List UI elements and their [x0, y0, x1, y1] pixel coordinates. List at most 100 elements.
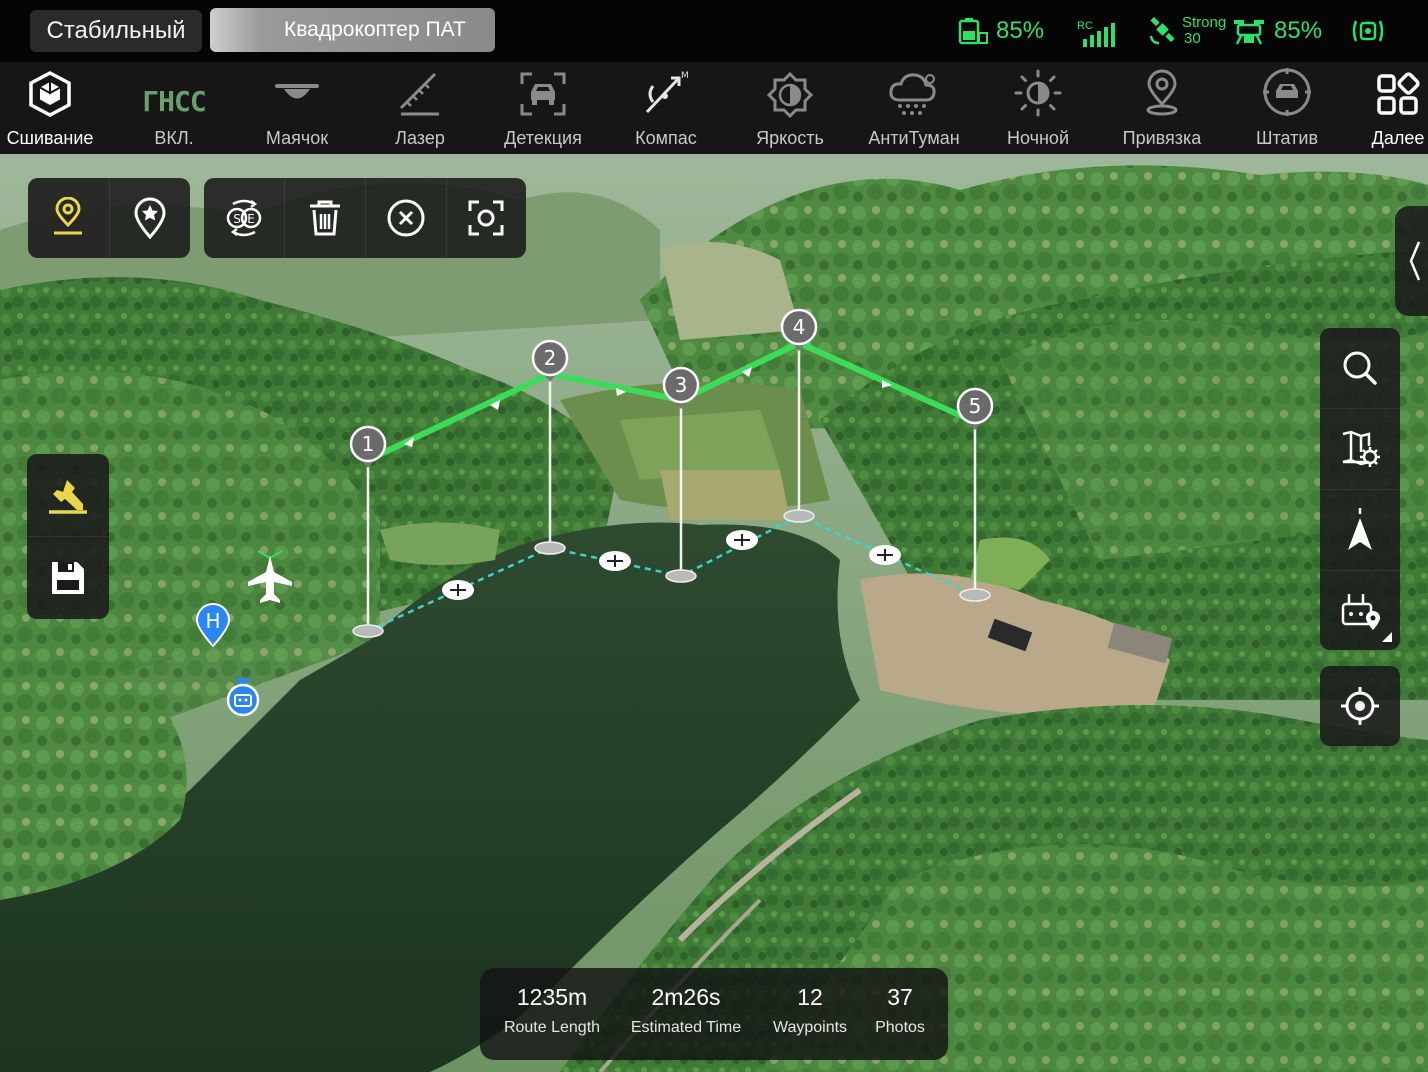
aircraft-battery-status: 85%: [1232, 0, 1322, 62]
status-bar: Стабильный Квадрокоптер ПАТ 85% RC Stron: [0, 0, 1428, 62]
waypoints-stat: 12 Waypoints: [764, 968, 856, 1037]
svg-text:4: 4: [793, 315, 806, 339]
photos-value: 37: [887, 984, 913, 1010]
save-route-button[interactable]: [27, 537, 109, 619]
tool-label: Далее: [1371, 128, 1425, 148]
estimated-time-stat: 2m26s Estimated Time: [618, 968, 754, 1037]
map-view[interactable]: 1 2 3 4 5 H S E 1235m Route Length 2m26s…: [0, 154, 1428, 1072]
laser-ruler-icon: [385, 62, 455, 120]
star-pin-icon: [133, 197, 166, 239]
focus-frame-icon: [468, 200, 504, 236]
north-orientation-button[interactable]: [1320, 490, 1400, 570]
compass-calibration-icon: M: [631, 62, 701, 120]
waypoints-label: Waypoints: [772, 1019, 848, 1036]
satellite-count: 30: [1184, 30, 1201, 47]
tool-defog[interactable]: АнтиТуман: [852, 62, 976, 154]
mission-actions-panel: [27, 454, 109, 619]
tool-stitch[interactable]: Сшивание: [0, 62, 112, 154]
point-type-panel: [28, 178, 190, 258]
search-icon: [1343, 351, 1377, 385]
brightness-icon: [755, 62, 825, 120]
waypoints-value: 12: [797, 984, 823, 1010]
night-mode-icon: [1003, 62, 1073, 120]
navigation-arrow-icon: [1348, 508, 1372, 550]
tool-compass[interactable]: M Компас: [604, 62, 728, 154]
waypoint-pin-icon: [54, 197, 82, 235]
stitch-cube-icon: [15, 62, 85, 120]
tool-label: Ночной: [1007, 128, 1069, 148]
save-icon: [52, 562, 84, 594]
satellite-icon: [1149, 16, 1175, 45]
map-settings-button[interactable]: [1320, 409, 1400, 489]
side-panel-toggle[interactable]: [1395, 206, 1428, 316]
tool-detection[interactable]: Детекция: [481, 62, 605, 154]
tool-label: Яркость: [756, 128, 824, 148]
broadcast-icon: [1352, 20, 1384, 42]
terrain-3d-map[interactable]: 1 2 3 4 5 H: [0, 154, 1428, 1072]
tool-label: Привязка: [1122, 128, 1202, 148]
photos-label: Photos: [875, 1019, 925, 1036]
rc-label: RC: [1077, 20, 1093, 32]
reverse-route-button[interactable]: S E: [204, 178, 284, 258]
close-circle-icon: [387, 199, 424, 237]
tool-laser[interactable]: Лазер: [358, 62, 482, 154]
tool-location-pin[interactable]: Привязка: [1100, 62, 1224, 154]
route-length-value: 1235m: [516, 984, 588, 1010]
device-name-field[interactable]: Квадрокоптер ПАТ: [210, 8, 495, 52]
tool-brightness[interactable]: Яркость: [728, 62, 852, 154]
map-settings-icon: [1342, 430, 1380, 467]
tool-tripod[interactable]: Штатив: [1225, 62, 1349, 154]
svg-text:2: 2: [544, 346, 557, 370]
more-grid-icon: [1363, 62, 1428, 120]
execute-mission-button[interactable]: [27, 454, 109, 536]
swap-start-end-icon: S E: [226, 199, 262, 237]
tool-label: Лазер: [395, 128, 445, 148]
aircraft-battery-percent: 85%: [1274, 17, 1323, 44]
car-detection-icon: [508, 62, 578, 120]
route-stats-panel: 1235m Route Length 2m26s Estimated Time …: [480, 968, 948, 1060]
tool-label: ВКЛ.: [154, 128, 194, 148]
map-tools-panel: [1320, 328, 1400, 650]
poi-mode-button[interactable]: [109, 178, 190, 258]
delete-waypoint-button[interactable]: [284, 178, 365, 258]
locate-remote-button[interactable]: [1320, 571, 1400, 650]
svg-text:S: S: [233, 212, 241, 226]
clear-route-button[interactable]: [365, 178, 446, 258]
search-button[interactable]: [1320, 328, 1400, 408]
flight-mode-selector[interactable]: Стабильный: [30, 10, 202, 52]
gnss-icon: ГНСС: [142, 85, 206, 118]
tool-night-mode[interactable]: Ночной: [976, 62, 1100, 154]
camera-toolbar: Сшивание ГНСС ВКЛ. Маячок Лазер Детекция…: [0, 62, 1428, 154]
remote-battery-status: 85%: [958, 0, 1044, 62]
route-length-label: Route Length: [503, 1019, 601, 1036]
tool-label: Маячок: [265, 128, 329, 148]
live-status-indicator[interactable]: [1350, 0, 1386, 62]
beacon-icon: [262, 62, 332, 120]
estimated-time-label: Estimated Time: [630, 1019, 742, 1036]
waypoint-mode-button[interactable]: [28, 178, 108, 258]
focus-view-button[interactable]: [446, 178, 526, 258]
tool-gnss[interactable]: ГНСС ВКЛ.: [112, 62, 236, 154]
tool-beacon[interactable]: Маячок: [235, 62, 359, 154]
crosshair-icon: [1341, 687, 1379, 725]
gps-status: Strong 30: [1148, 0, 1226, 62]
chevron-left-icon: [1409, 241, 1421, 281]
svg-text:H: H: [205, 609, 220, 633]
tool-label: Компас: [635, 128, 697, 148]
recenter-panel: [1320, 666, 1400, 746]
tool-label: Детекция: [504, 128, 582, 148]
svg-text:M: M: [681, 71, 689, 81]
tool-more[interactable]: Далее: [1336, 62, 1428, 154]
estimated-time-value: 2m26s: [651, 984, 721, 1010]
remote-battery-percent: 85%: [996, 17, 1045, 44]
rc-location-icon: [1341, 593, 1380, 630]
trash-icon: [309, 200, 340, 236]
battery-icon: [958, 18, 988, 45]
svg-text:1: 1: [362, 432, 375, 456]
defog-icon: [879, 62, 949, 120]
gps-strength-label: Strong: [1182, 14, 1227, 31]
drone-battery-icon: [1234, 20, 1264, 45]
tool-label: Штатив: [1255, 128, 1318, 148]
recenter-button[interactable]: [1320, 666, 1400, 746]
svg-text:E: E: [247, 212, 255, 226]
